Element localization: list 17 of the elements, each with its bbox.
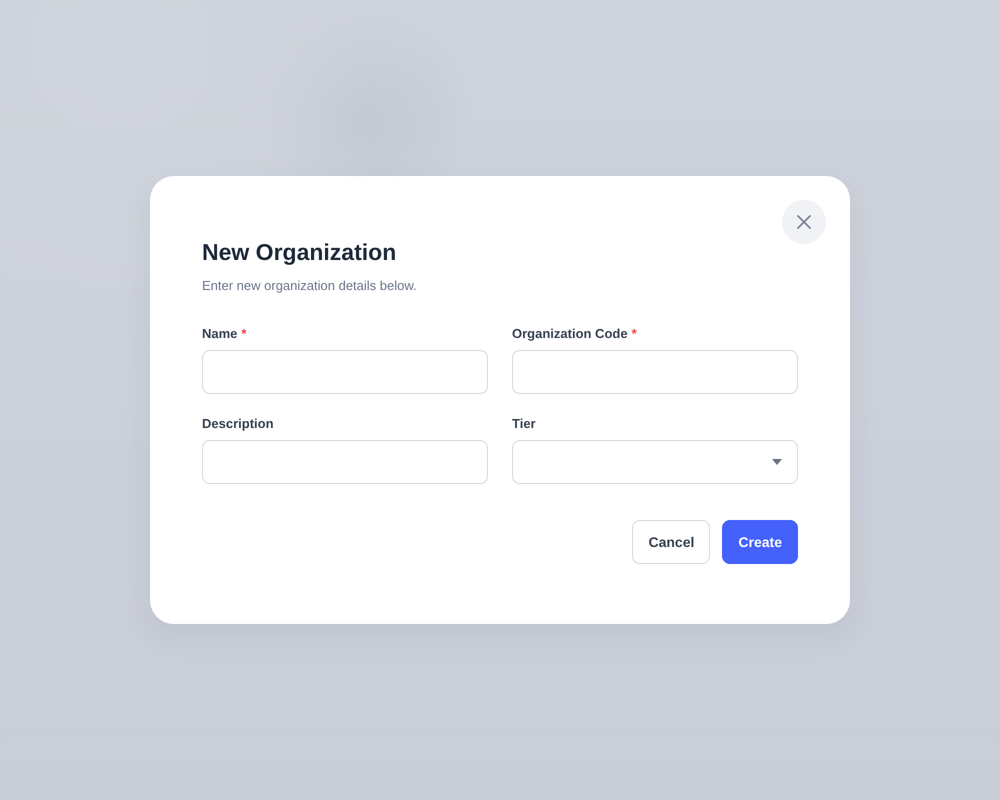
field-label: Tier bbox=[512, 415, 536, 433]
create-button[interactable]: Create bbox=[722, 520, 798, 564]
field-label: Organization Code bbox=[512, 325, 628, 343]
text-input[interactable] bbox=[202, 350, 488, 394]
select-field[interactable] bbox=[512, 440, 798, 484]
field-label: Description bbox=[202, 415, 274, 433]
dialog-subtitle: Enter new organization details below. bbox=[202, 277, 417, 295]
required-asterisk: * bbox=[632, 325, 637, 343]
field-label: Name bbox=[202, 325, 238, 343]
text-input[interactable] bbox=[512, 350, 798, 394]
text-input[interactable] bbox=[202, 440, 488, 484]
required-asterisk: * bbox=[241, 325, 246, 343]
close-icon bbox=[797, 215, 811, 229]
cancel-button[interactable]: Cancel bbox=[632, 520, 710, 564]
caret-icon bbox=[772, 459, 782, 465]
close-button[interactable] bbox=[782, 200, 826, 244]
dialog-title: New Organization bbox=[202, 238, 396, 266]
